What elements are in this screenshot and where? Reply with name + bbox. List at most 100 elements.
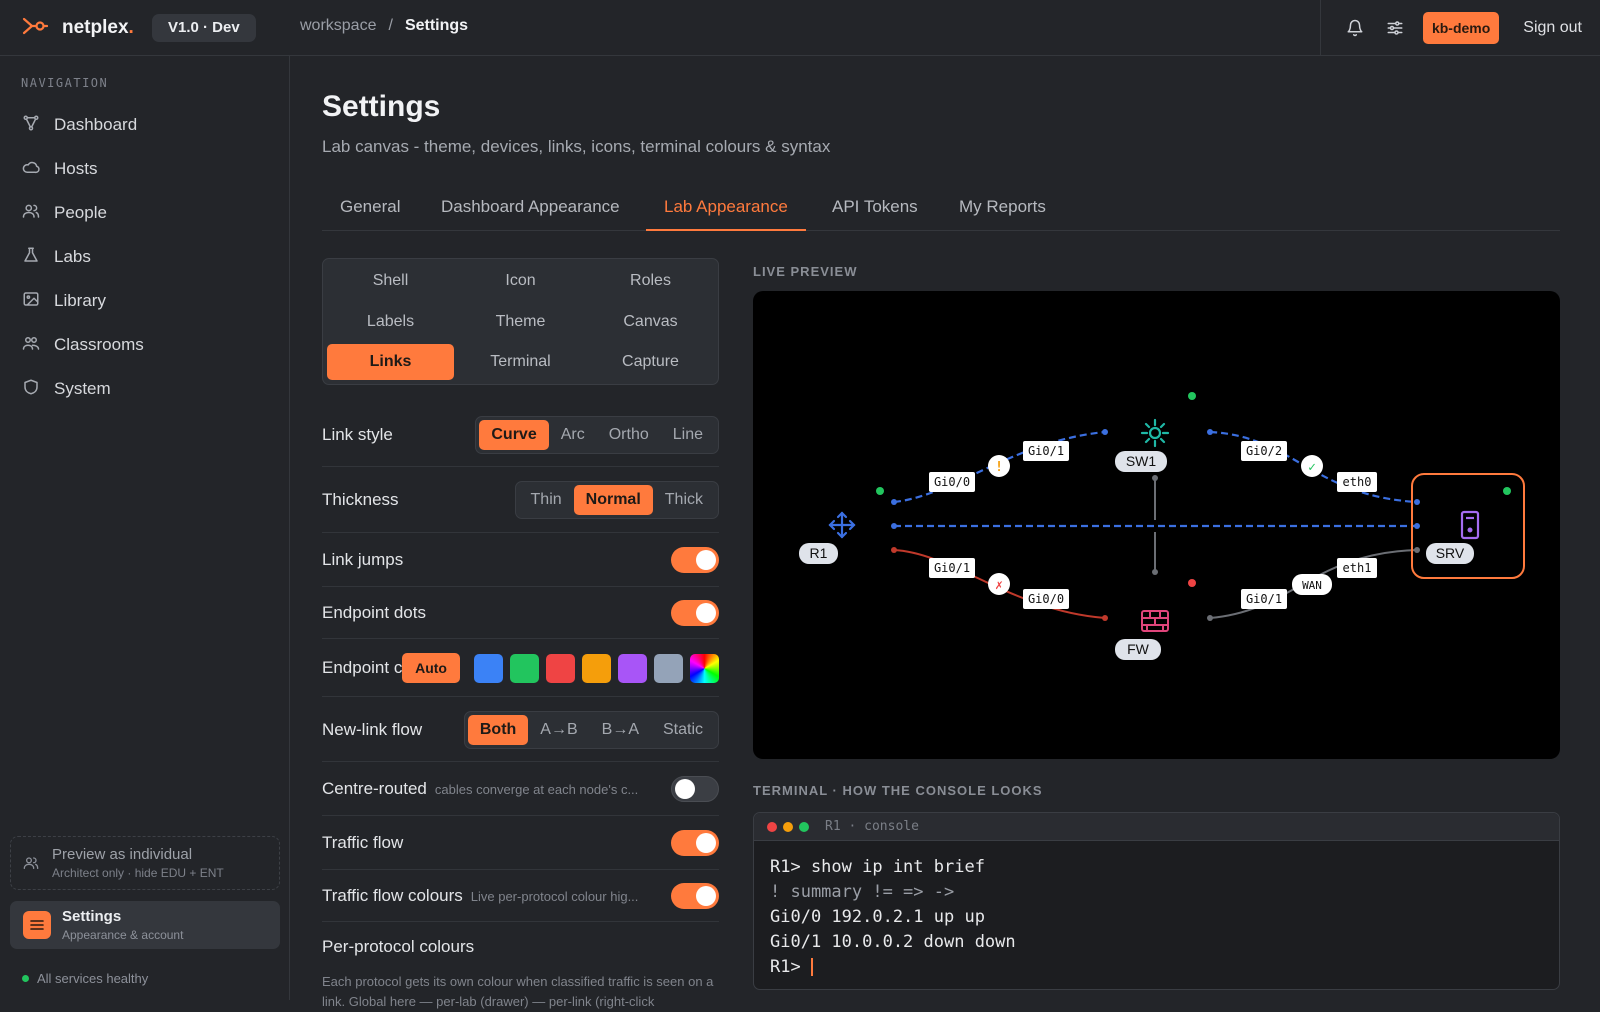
sidebar-item-classrooms[interactable]: Classrooms <box>22 329 144 361</box>
link-style-ortho[interactable]: Ortho <box>597 420 661 450</box>
topology-icon <box>22 114 40 137</box>
sidebar-item-label: Library <box>54 291 106 310</box>
svg-text:Gi0/1: Gi0/1 <box>934 561 970 575</box>
thickness-normal[interactable]: Normal <box>573 485 653 515</box>
flow-b-to-a[interactable]: B→A <box>590 715 651 745</box>
sidebar-item-label: Dashboard <box>54 115 138 134</box>
setting-endpoint-colour: Endpoint c Auto <box>322 639 719 697</box>
subtab-labels[interactable]: Labels <box>327 304 454 340</box>
shield-icon <box>22 378 40 401</box>
swatch-red[interactable] <box>546 653 575 683</box>
subtab-icon[interactable]: Icon <box>457 263 584 299</box>
sliders-icon[interactable] <box>1375 8 1415 48</box>
setting-new-link-flow: New-link flow Both A→B B→A Static <box>322 697 719 762</box>
tab-general[interactable]: General <box>322 189 418 231</box>
setting-hint: Live per-protocol colour hig... <box>470 889 639 904</box>
sign-out-button[interactable]: Sign out <box>1523 19 1582 37</box>
svg-text:Gi0/1: Gi0/1 <box>1028 444 1064 458</box>
swatch-amber[interactable] <box>582 653 611 683</box>
terminal-preview[interactable]: R1 · console R1> show ip int brief ! sum… <box>753 812 1560 990</box>
svg-text:eth0: eth0 <box>1343 475 1372 489</box>
maximize-dot-icon <box>799 821 809 832</box>
tab-api-tokens[interactable]: API Tokens <box>814 189 936 231</box>
link-style-line[interactable]: Line <box>661 420 715 450</box>
setting-label: Thickness <box>322 490 399 509</box>
page-subtitle: Lab canvas - theme, devices, links, icon… <box>322 137 831 156</box>
swatch-purple[interactable] <box>618 653 647 683</box>
sidebar-item-labs[interactable]: Labs <box>22 241 91 273</box>
preview-as-individual-toggle[interactable]: Preview as individual Architect only · h… <box>10 836 280 890</box>
live-preview-canvas[interactable]: R1 SW1 FW SRV Gi0/0 Gi0/1 Gi0/2 eth0 Gi0… <box>753 291 1560 759</box>
link-jumps-toggle[interactable] <box>671 547 719 573</box>
swatch-blue[interactable] <box>474 653 503 683</box>
endpoint-colour-auto[interactable]: Auto <box>402 653 460 683</box>
setting-label: Link jumps <box>322 550 404 569</box>
setting-centre-routed: Centre-routed cables converge at each nod… <box>322 762 719 816</box>
live-preview-heading: LIVE PREVIEW <box>753 264 858 279</box>
sidebar-item-people[interactable]: People <box>22 197 107 229</box>
endpoint-dots-toggle[interactable] <box>671 600 719 626</box>
swatch-custom-colour-picker[interactable] <box>690 653 719 683</box>
flow-static[interactable]: Static <box>651 715 715 745</box>
flow-a-to-b[interactable]: A→B <box>528 715 589 745</box>
endpoint-colour-swatches: Auto <box>402 653 719 683</box>
image-icon <box>22 290 40 313</box>
sidebar-item-label: System <box>54 379 111 398</box>
setting-traffic-flow-colours: Traffic flow colours Live per-protocol co… <box>322 870 719 922</box>
subtab-canvas[interactable]: Canvas <box>587 304 714 340</box>
thickness-thin[interactable]: Thin <box>519 485 574 515</box>
subtab-theme[interactable]: Theme <box>457 304 584 340</box>
node-label-srv: SRV <box>1436 545 1465 561</box>
firewall-icon <box>1141 610 1169 632</box>
centre-routed-toggle[interactable] <box>671 776 719 802</box>
per-protocol-colours-heading: Per-protocol colours <box>322 937 475 956</box>
link-style-arc[interactable]: Arc <box>549 420 597 450</box>
setting-thickness: Thickness Thin Normal Thick <box>322 467 719 533</box>
subtab-roles[interactable]: Roles <box>587 263 714 299</box>
logo-icon <box>22 16 49 41</box>
top-bar: netplex. V1.0 · Dev workspace / Settings… <box>0 0 1600 56</box>
version-badge[interactable]: V1.0 · Dev <box>152 14 256 42</box>
sidebar-item-hosts[interactable]: Hosts <box>22 153 97 185</box>
node-label-r1: R1 <box>810 545 828 561</box>
brand[interactable]: netplex. <box>22 14 134 42</box>
preview-subtitle: Architect only · hide EDU + ENT <box>52 866 224 880</box>
breadcrumb-root[interactable]: workspace <box>300 17 376 35</box>
traffic-flow-colours-toggle[interactable] <box>671 883 719 909</box>
subtab-shell[interactable]: Shell <box>327 263 454 299</box>
page-title: Settings <box>322 90 441 123</box>
swatch-green[interactable] <box>510 653 539 683</box>
sidebar-item-label: People <box>54 203 107 222</box>
settings-tabs: General Dashboard Appearance Lab Appeara… <box>322 189 1560 231</box>
subtab-capture[interactable]: Capture <box>587 344 714 380</box>
tab-lab-appearance[interactable]: Lab Appearance <box>646 189 806 231</box>
traffic-flow-toggle[interactable] <box>671 830 719 856</box>
sidebar-item-library[interactable]: Library <box>22 285 106 317</box>
setting-label: Endpoint dots <box>322 603 426 622</box>
setting-link-jumps: Link jumps <box>322 533 719 587</box>
sidebar-item-label: Classrooms <box>54 335 144 354</box>
tab-dashboard-appearance[interactable]: Dashboard Appearance <box>423 189 638 231</box>
router-icon <box>828 511 856 539</box>
thickness-thick[interactable]: Thick <box>653 485 715 515</box>
swatch-slate[interactable] <box>654 653 683 683</box>
settings-card-title: Settings <box>62 908 122 925</box>
subtab-terminal[interactable]: Terminal <box>457 344 584 380</box>
sidebar-item-dashboard[interactable]: Dashboard <box>22 109 137 141</box>
subtab-links[interactable]: Links <box>327 344 454 380</box>
terminal-body: R1> show ip int brief ! summary != => ->… <box>754 841 1559 989</box>
link-style-curve[interactable]: Curve <box>479 420 549 450</box>
x-icon: ✗ <box>988 573 1010 595</box>
switch-icon <box>1140 418 1170 448</box>
sidebar-item-system[interactable]: System <box>22 373 111 405</box>
flow-both[interactable]: Both <box>467 715 529 745</box>
nav-heading: NAVIGATION <box>21 76 109 90</box>
svg-text:eth1: eth1 <box>1343 561 1372 575</box>
cursor-icon <box>810 958 813 976</box>
sidebar-settings-card[interactable]: Settings Appearance & account <box>10 901 280 949</box>
setting-label: Endpoint c <box>322 658 403 677</box>
tab-my-reports[interactable]: My Reports <box>941 189 1064 231</box>
bell-icon[interactable] <box>1335 8 1375 48</box>
setting-hint: cables converge at each node's c... <box>434 782 639 797</box>
user-badge[interactable]: kb-demo <box>1422 12 1500 44</box>
